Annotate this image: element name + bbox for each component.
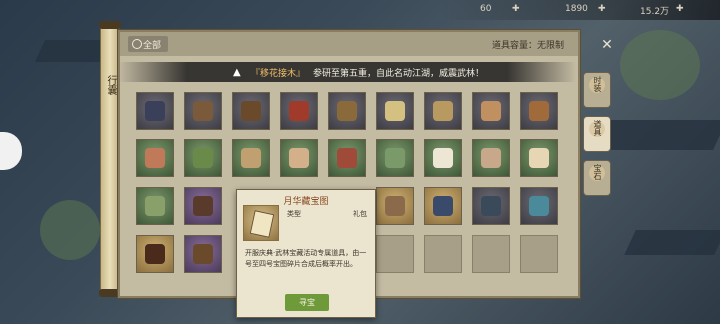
side-tab-label: 道具 bbox=[593, 120, 602, 136]
item-description: 开服庆典·武林宝藏活动专属道具，由一号至四号宝图碎片合成后概率开出。 bbox=[245, 249, 367, 268]
crystal-icon bbox=[481, 196, 501, 216]
bun-icon bbox=[481, 148, 501, 168]
panel-header: 全部 道具容量：无限制 bbox=[120, 32, 578, 56]
inventory-slot[interactable] bbox=[328, 139, 366, 177]
add-icon[interactable]: ✚ bbox=[512, 4, 520, 14]
inventory-slot[interactable] bbox=[520, 139, 558, 177]
scroll-icon bbox=[145, 244, 165, 264]
close-icon[interactable]: ✕ bbox=[600, 38, 614, 52]
inventory-slot[interactable] bbox=[232, 92, 270, 130]
inventory-slot[interactable] bbox=[232, 139, 270, 177]
inventory-slot[interactable] bbox=[184, 139, 222, 177]
scroll-bundle-icon bbox=[193, 101, 213, 121]
inventory-slot[interactable] bbox=[184, 235, 222, 273]
meat-icon bbox=[145, 148, 165, 168]
fan-icon bbox=[385, 196, 405, 216]
inventory-slot[interactable] bbox=[136, 92, 174, 130]
roof-decoration bbox=[624, 230, 720, 255]
add-icon[interactable]: ✚ bbox=[676, 4, 684, 14]
inventory-scroll-tab[interactable]: 行囊 bbox=[99, 21, 121, 297]
dumpling-icon bbox=[385, 148, 405, 168]
item-tooltip: 月华藏宝图 类型 礼包 开服庆典·武林宝藏活动专属道具，由一号至四号宝图碎片合成… bbox=[236, 189, 376, 318]
treasure-map-icon bbox=[243, 205, 279, 241]
announcement-highlight: 『移花接木』 bbox=[251, 69, 306, 79]
tree-decoration bbox=[620, 30, 700, 100]
bowl-icon bbox=[481, 101, 501, 121]
inventory-slot[interactable] bbox=[280, 92, 318, 130]
inventory-slot[interactable] bbox=[376, 92, 414, 130]
side-tab-fashion[interactable]: 时装 bbox=[583, 72, 611, 108]
food-icon bbox=[385, 101, 405, 121]
meat-icon bbox=[337, 148, 357, 168]
inventory-slot-empty[interactable] bbox=[472, 235, 510, 273]
treasure-hunt-button[interactable]: 寻宝 bbox=[285, 294, 329, 311]
capacity-label: 道具容量：无限制 bbox=[491, 41, 564, 51]
side-tab-gems[interactable]: 宝石 bbox=[583, 160, 611, 196]
scroll-icon bbox=[193, 196, 213, 216]
chicken-icon bbox=[289, 148, 309, 168]
inventory-slot[interactable] bbox=[424, 139, 462, 177]
scroll-cap bbox=[99, 21, 121, 29]
blade-icon bbox=[529, 196, 549, 216]
side-tab-label: 宝石 bbox=[593, 164, 602, 180]
filter-icon bbox=[132, 39, 142, 49]
inventory-slot[interactable] bbox=[328, 92, 366, 130]
filter-tab-label: 全部 bbox=[143, 41, 162, 51]
roof-decoration bbox=[593, 120, 720, 150]
side-tab-label: 时装 bbox=[593, 76, 602, 92]
inventory-slot[interactable] bbox=[376, 139, 414, 177]
inventory-slot[interactable] bbox=[424, 92, 462, 130]
inventory-slot[interactable] bbox=[184, 92, 222, 130]
resource-value-c: 15.2万 bbox=[640, 7, 670, 17]
inventory-slot-empty[interactable] bbox=[376, 235, 414, 273]
inventory-slot[interactable] bbox=[184, 187, 222, 225]
inventory-slot[interactable] bbox=[376, 187, 414, 225]
inventory-slot[interactable] bbox=[424, 187, 462, 225]
resource-bar: 60 ✚ 1890 ✚ 15.2万 ✚ bbox=[440, 0, 720, 20]
inventory-slot[interactable] bbox=[280, 139, 318, 177]
announcement-text: 参研至第五重，自此名动江湖，威震武林！ bbox=[313, 69, 485, 79]
book-icon bbox=[433, 196, 453, 216]
rice-icon bbox=[529, 148, 549, 168]
side-tab-items[interactable]: 道具 bbox=[583, 116, 611, 152]
food-icon bbox=[337, 101, 357, 121]
food-icon bbox=[289, 101, 309, 121]
filter-tab-all[interactable]: 全部 bbox=[128, 36, 168, 52]
inventory-slot[interactable] bbox=[520, 187, 558, 225]
tofu-icon bbox=[433, 148, 453, 168]
inventory-slot[interactable] bbox=[472, 187, 510, 225]
tree-decoration bbox=[40, 200, 100, 260]
bowl-icon bbox=[433, 101, 453, 121]
food-icon bbox=[529, 101, 549, 121]
resource-value-b: 1890 bbox=[565, 4, 588, 14]
inventory-slot-empty[interactable] bbox=[424, 235, 462, 273]
resource-value-a: 60 bbox=[480, 4, 492, 14]
book-icon bbox=[145, 101, 165, 121]
item-type-label: 类型 bbox=[287, 210, 301, 218]
megaphone-icon: ▲ bbox=[233, 67, 241, 78]
scroll-tab-label: 行囊 bbox=[105, 75, 116, 95]
inventory-slot[interactable] bbox=[472, 139, 510, 177]
zongzi-icon bbox=[145, 196, 165, 216]
dish-icon bbox=[241, 148, 261, 168]
inventory-slot[interactable] bbox=[472, 92, 510, 130]
inventory-slot[interactable] bbox=[136, 187, 174, 225]
inventory-slot[interactable] bbox=[136, 235, 174, 273]
inventory-slot[interactable] bbox=[520, 92, 558, 130]
scroll-icon bbox=[193, 244, 213, 264]
announcement-banner: ▲ 『移花接木』 参研至第五重，自此名动江湖，威震武林！ bbox=[118, 62, 576, 82]
map-scroll-shape bbox=[249, 210, 275, 238]
item-type-value: 礼包 bbox=[353, 210, 367, 218]
wood-icon bbox=[241, 101, 261, 121]
inventory-slot[interactable] bbox=[136, 139, 174, 177]
vegetable-icon bbox=[193, 148, 213, 168]
inventory-slot-empty[interactable] bbox=[520, 235, 558, 273]
add-icon[interactable]: ✚ bbox=[598, 4, 606, 14]
